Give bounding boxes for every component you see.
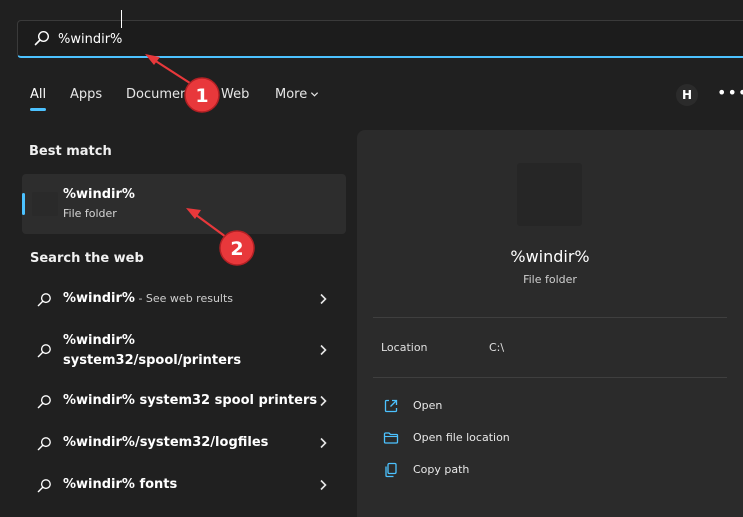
selection-indicator	[22, 193, 25, 215]
search-box[interactable]	[17, 20, 743, 58]
open-external-icon	[384, 399, 398, 413]
open-action-label: Open	[413, 399, 443, 412]
search-web-heading: Search the web	[30, 251, 144, 266]
open-file-location-action[interactable]: Open file location	[383, 430, 543, 448]
location-value: C:\	[489, 341, 505, 354]
search-icon	[37, 344, 51, 358]
chevron-right-icon	[320, 344, 327, 356]
chevron-right-icon	[320, 395, 327, 407]
preview-pane: %windir% File folder Location C:\ Open O…	[357, 130, 743, 517]
divider	[373, 317, 727, 318]
web-result-text: %windir% fonts	[63, 477, 178, 492]
more-options-button[interactable]: •••	[717, 83, 743, 102]
tab-web[interactable]: Web	[221, 87, 249, 102]
web-result-text: %windir% system32 spool printers	[63, 393, 318, 408]
chevron-right-icon	[320, 437, 327, 449]
callout-arrow-1	[145, 54, 194, 86]
callout-badge-label: 2	[230, 238, 243, 260]
location-label: Location	[381, 341, 428, 354]
chevron-right-icon	[320, 479, 327, 491]
callout-badge-2: 2	[219, 230, 255, 266]
tab-all[interactable]: All	[30, 87, 46, 102]
copy-icon	[385, 462, 397, 478]
best-match-heading: Best match	[29, 144, 112, 159]
search-icon	[37, 395, 51, 409]
search-icon	[34, 30, 50, 46]
open-file-location-label: Open file location	[413, 431, 510, 444]
copy-path-label: Copy path	[413, 463, 470, 476]
tab-more-label: More	[275, 87, 308, 102]
copy-path-action[interactable]: Copy path	[383, 462, 523, 480]
web-result-item[interactable]: %windir% system32/spool/printers	[22, 330, 346, 372]
search-icon	[37, 437, 51, 451]
web-result-item[interactable]: %windir%/system32/logfiles	[22, 431, 346, 455]
search-icon	[37, 479, 51, 493]
web-result-text: %windir%/system32/logfiles	[63, 435, 269, 450]
chevron-down-icon	[311, 92, 319, 97]
web-result-text-line2: system32/spool/printers	[63, 353, 242, 368]
preview-subtitle: File folder	[523, 273, 577, 286]
web-result-item[interactable]: %windir% fonts	[22, 473, 346, 497]
chevron-right-icon	[320, 293, 327, 305]
avatar[interactable]: H	[676, 84, 698, 106]
active-tab-indicator	[30, 108, 46, 111]
search-icon	[37, 293, 51, 307]
best-match-title: %windir%	[63, 187, 135, 202]
tab-apps[interactable]: Apps	[70, 87, 102, 102]
web-result-text: %windir%	[63, 291, 135, 306]
web-result-item[interactable]: %windir% - See web results	[22, 287, 346, 311]
best-match-subtitle: File folder	[63, 207, 117, 220]
best-match-item[interactable]: %windir% File folder	[22, 174, 346, 234]
folder-icon	[383, 432, 399, 444]
tab-documents[interactable]: Documents	[126, 87, 200, 102]
divider	[373, 377, 727, 378]
web-result-text-line1: %windir%	[63, 333, 135, 348]
text-caret	[121, 10, 122, 28]
preview-title: %windir%	[510, 247, 590, 266]
folder-large-thumbnail	[517, 163, 582, 226]
web-result-item[interactable]: %windir% system32 spool printers	[22, 389, 346, 413]
tab-more[interactable]: More	[275, 87, 319, 102]
open-action[interactable]: Open	[383, 398, 523, 416]
search-input[interactable]	[58, 28, 358, 50]
folder-thumbnail	[32, 192, 58, 216]
web-result-hint: - See web results	[134, 292, 234, 305]
